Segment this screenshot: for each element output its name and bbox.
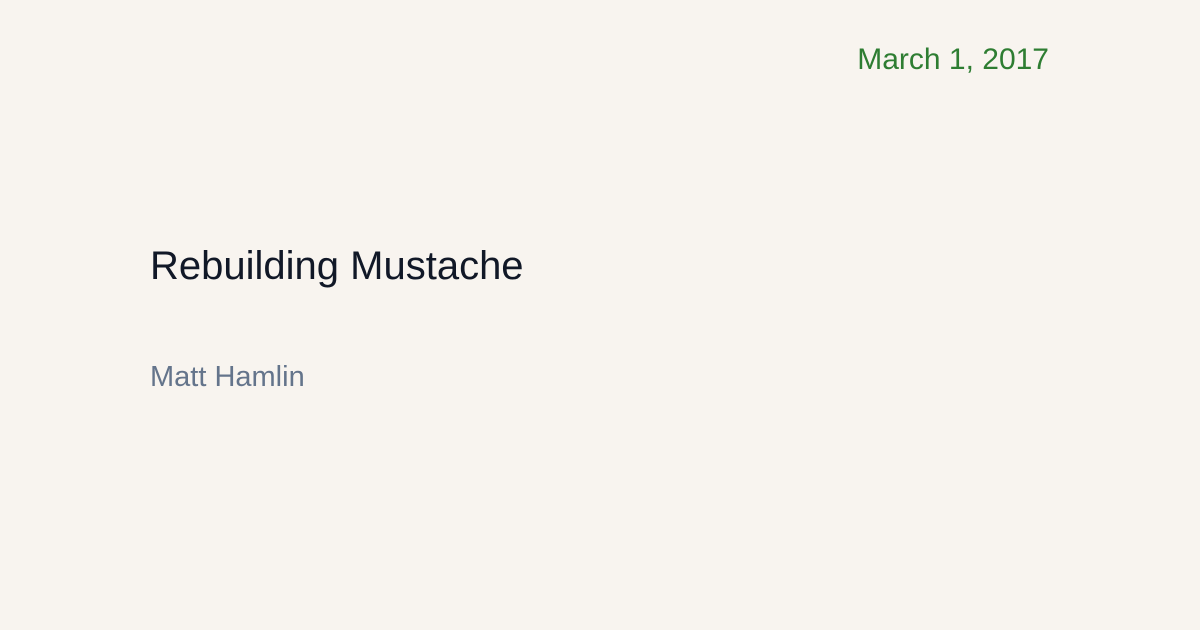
- post-title: Rebuilding Mustache: [150, 244, 524, 288]
- social-share-card: March 1, 2017 Rebuilding Mustache Matt H…: [0, 0, 1200, 630]
- post-date: March 1, 2017: [857, 43, 1049, 76]
- post-author: Matt Hamlin: [150, 361, 305, 393]
